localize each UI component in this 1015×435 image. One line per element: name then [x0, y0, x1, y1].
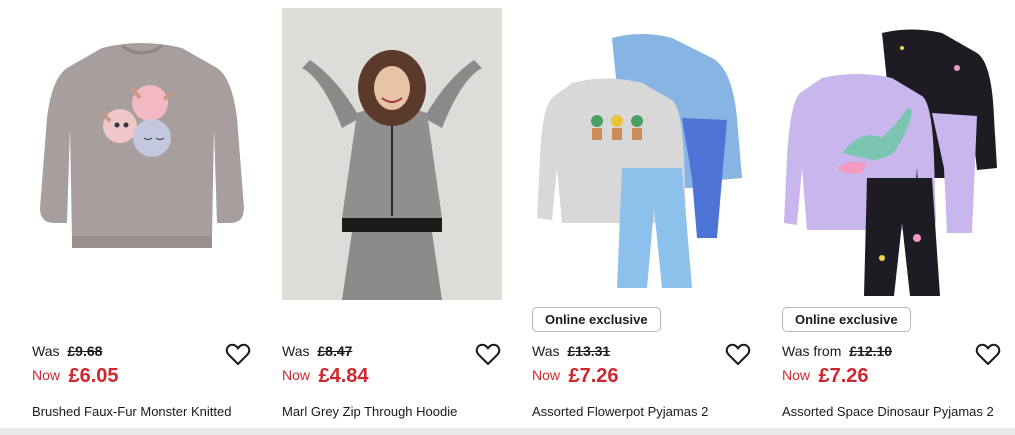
now-price-line: Now £6.05: [32, 365, 119, 388]
heart-outline-icon[interactable]: [975, 343, 1001, 367]
was-price-line: Was £8.47: [282, 343, 352, 359]
product-name-link[interactable]: Marl Grey Zip Through Hoodie: [282, 404, 510, 419]
product-name-link[interactable]: Assorted Space Dinosaur Pyjamas 2: [782, 404, 1010, 419]
now-price: £7.26: [568, 365, 619, 387]
now-label: Now: [532, 367, 561, 383]
online-exclusive-badge: Online exclusive: [532, 307, 661, 332]
heart-outline-icon[interactable]: [725, 343, 751, 367]
now-price-line: Now £4.84: [282, 365, 369, 388]
now-price-line: Now £7.26: [782, 365, 869, 388]
now-price: £7.26: [818, 365, 869, 387]
now-price: £6.05: [68, 365, 119, 387]
was-price: £9.68: [67, 343, 103, 359]
product-card[interactable]: Was £9.68 Now £6.05 Brushed Faux-Fur Mon…: [32, 0, 262, 428]
heart-outline-icon[interactable]: [475, 343, 501, 367]
hoodie-model-image[interactable]: [282, 8, 502, 300]
now-price-line: Now £7.26: [532, 365, 619, 388]
product-card[interactable]: Was £8.47 Now £4.84 Marl Grey Zip Throug…: [282, 0, 512, 428]
flowerpot-pyjamas-image[interactable]: [532, 8, 752, 300]
dinosaur-pyjamas-image[interactable]: [782, 8, 1002, 300]
was-price: £13.31: [567, 343, 611, 359]
was-price-line: Was £13.31: [532, 343, 610, 359]
now-label: Now: [32, 367, 61, 383]
horizontal-scrollbar[interactable]: [0, 428, 1015, 435]
now-price: £4.84: [318, 365, 369, 387]
was-label: Was: [32, 343, 60, 359]
product-grid: Was £9.68 Now £6.05 Brushed Faux-Fur Mon…: [0, 0, 1015, 428]
was-price-line: Was £9.68: [32, 343, 102, 359]
was-label: Was: [532, 343, 560, 359]
was-price: £8.47: [317, 343, 353, 359]
was-price: £12.10: [849, 343, 893, 359]
was-label: Was from: [782, 343, 842, 359]
product-name-link[interactable]: Brushed Faux-Fur Monster Knitted: [32, 404, 260, 419]
was-label: Was: [282, 343, 310, 359]
now-label: Now: [282, 367, 311, 383]
now-label: Now: [782, 367, 811, 383]
product-name-link[interactable]: Assorted Flowerpot Pyjamas 2: [532, 404, 760, 419]
product-card[interactable]: Online exclusive Was from £12.10 Now £7.…: [782, 0, 1012, 428]
heart-outline-icon[interactable]: [225, 343, 251, 367]
was-price-line: Was from £12.10: [782, 343, 892, 359]
online-exclusive-badge: Online exclusive: [782, 307, 911, 332]
product-card[interactable]: Online exclusive Was £13.31 Now £7.26 As…: [532, 0, 762, 428]
knitted-jumper-image[interactable]: [32, 8, 252, 300]
